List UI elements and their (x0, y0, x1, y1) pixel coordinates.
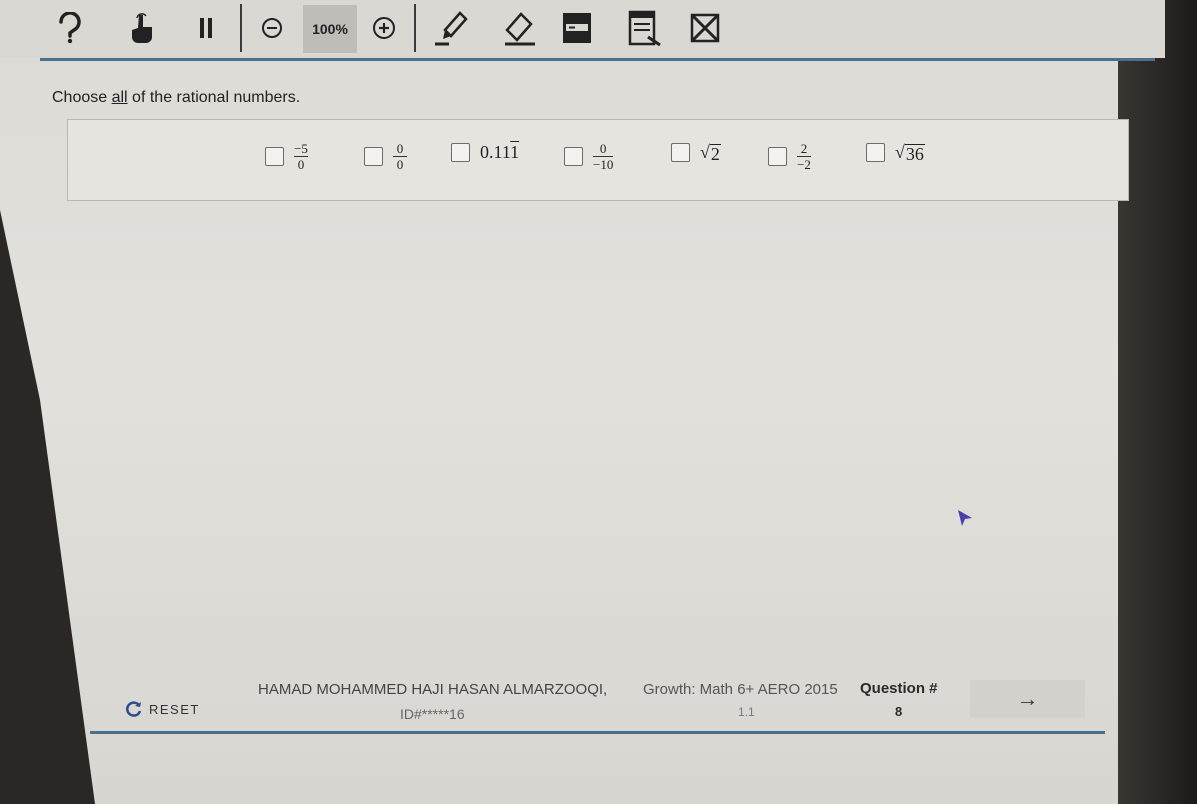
choice-fraction: 0 −10 (593, 141, 614, 172)
zoom-level: 100% (303, 5, 357, 53)
notepad-icon[interactable] (627, 8, 663, 48)
pen-icon[interactable] (432, 8, 472, 48)
pause-icon[interactable] (196, 8, 216, 48)
fraction-denominator: −10 (593, 157, 614, 172)
choice-checkbox[interactable] (564, 147, 583, 166)
choice-decimal: 0.111 (480, 142, 519, 163)
choice-checkbox[interactable] (866, 143, 885, 162)
prompt-text-after: of the rational numbers. (127, 89, 301, 106)
choice-checkbox[interactable] (768, 147, 787, 166)
hand-pointer-icon[interactable] (127, 8, 157, 48)
choice-6[interactable]: √ 36 (866, 142, 925, 163)
reset-button[interactable]: RESET (125, 700, 200, 718)
choice-4[interactable]: √ 2 (671, 142, 721, 163)
student-id: ID#*****16 (400, 706, 465, 722)
repeating-digit: 1 (510, 142, 520, 162)
fraction-denominator: 0 (396, 157, 404, 172)
choice-3[interactable]: 0 −10 (564, 141, 614, 172)
radical-sign: √ (895, 142, 905, 162)
choice-5[interactable]: 2 −2 (768, 142, 811, 171)
choice-fraction: 2 −2 (797, 142, 811, 171)
answer-eliminator-icon[interactable] (688, 8, 722, 48)
choice-1[interactable]: 00 (364, 142, 407, 171)
mouse-cursor-icon (958, 510, 972, 526)
eraser-icon[interactable] (498, 8, 538, 48)
fraction-denominator: 0 (297, 157, 305, 172)
fraction-numerator: 2 (800, 141, 808, 156)
zoom-in-icon[interactable] (371, 8, 397, 48)
course-section: 1.1 (738, 705, 755, 719)
radical-sign: √ (700, 142, 710, 162)
fraction-numerator: 0 (599, 141, 607, 156)
toolbar: 100% (0, 0, 1165, 58)
choice-checkbox[interactable] (364, 147, 383, 166)
zoom-out-icon[interactable] (259, 8, 285, 48)
radicand: 36 (904, 144, 925, 164)
fraction-numerator: −5 (294, 141, 308, 156)
choice-radical: √ 36 (895, 142, 925, 163)
help-icon[interactable] (52, 8, 88, 48)
choice-checkbox[interactable] (671, 143, 690, 162)
course-name: Growth: Math 6+ AERO 2015 (643, 681, 838, 698)
choice-checkbox[interactable] (265, 147, 284, 166)
line-reader-icon[interactable] (560, 8, 594, 48)
prompt-text-before: Choose (52, 89, 112, 106)
fraction-numerator: 0 (396, 141, 404, 156)
monitor-bezel (1118, 0, 1197, 804)
choice-0[interactable]: −5 0 (265, 142, 308, 171)
choice-2[interactable]: 0.111 (451, 142, 519, 163)
next-button[interactable]: → (970, 680, 1085, 718)
refresh-icon (126, 701, 142, 717)
question-number: 8 (895, 704, 903, 719)
reset-label: RESET (149, 701, 200, 717)
choice-radical: √ 2 (700, 142, 721, 163)
student-name: HAMAD MOHAMMED HAJI HASAN ALMARZOOQI, (258, 681, 608, 698)
toolbar-divider (240, 4, 242, 52)
choice-checkbox[interactable] (451, 143, 470, 162)
decimal-value: 0.11 (480, 142, 511, 162)
arrow-right-icon: → (1016, 686, 1039, 711)
prompt-emphasis: all (111, 89, 128, 106)
radicand: 2 (709, 144, 721, 164)
footer-rule (90, 731, 1105, 734)
choice-fraction: −5 0 (294, 142, 308, 171)
toolbar-rule (40, 58, 1155, 61)
question-label: Question # (860, 680, 938, 697)
fraction-denominator: −2 (797, 157, 811, 172)
toolbar-divider (414, 4, 416, 52)
question-prompt: Choose all of the rational numbers. (52, 89, 300, 107)
choice-fraction: 00 (393, 142, 407, 171)
